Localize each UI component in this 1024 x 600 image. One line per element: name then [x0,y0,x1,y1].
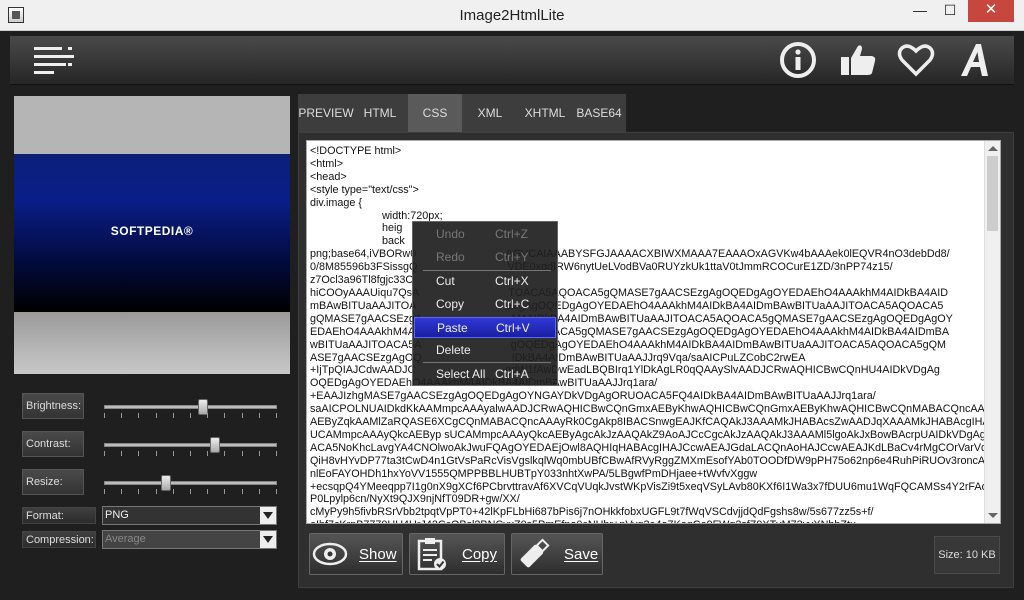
menu-icon[interactable] [34,44,74,76]
copy-button[interactable]: Copy [409,533,505,575]
scrollbar-thumb[interactable] [987,156,998,231]
eye-icon [312,542,348,566]
file-size-label: Size: 10 KB [934,536,1000,574]
clipboard-icon [417,538,446,571]
chevron-down-icon[interactable] [260,531,276,548]
heart-icon[interactable] [896,40,936,80]
menu-item-paste[interactable]: Paste Ctrl+V [414,317,556,338]
tab-xml[interactable]: XML [462,94,518,132]
window-title: Image2HtmlLite [459,7,565,24]
save-button[interactable]: Save [511,533,603,575]
chevron-down-icon[interactable] [260,507,276,524]
menu-item-cut[interactable]: Cut Ctrl+X [414,271,556,292]
tab-html[interactable]: HTML [354,94,406,132]
scroll-up-icon[interactable] [988,146,998,151]
resize-slider[interactable] [104,473,277,495]
contrast-slider-thumb[interactable] [210,437,220,453]
tab-preview[interactable]: PREVIEW [298,94,354,132]
scroll-down-icon[interactable] [988,513,998,518]
menu-item-select-all[interactable]: Select All Ctrl+A [414,364,556,385]
format-label: Format: [22,507,96,524]
compression-select[interactable]: Average [102,530,277,549]
context-menu: Undo Ctrl+Z Redo Ctrl+Y Cut Ctrl+X Copy Ctrl… [412,221,558,386]
format-value: PNG [105,509,129,521]
title-bar: Image2HtmlLite — ☐ ✕ [0,0,1024,31]
brightness-label: Brightness: [22,393,84,419]
output-tabs: PREVIEW HTML CSS XML XHTML BASE64 [298,94,626,132]
minimize-button[interactable]: — [906,0,934,22]
resize-slider-thumb[interactable] [161,475,171,491]
tab-base64[interactable]: BASE64 [572,94,626,132]
maximize-button[interactable]: ☐ [936,0,964,22]
menu-separator [423,362,551,363]
tab-css[interactable]: CSS [408,94,462,132]
show-button[interactable]: Show [309,533,403,575]
contrast-slider[interactable] [104,435,277,457]
contrast-label: Contrast: [22,431,84,457]
resize-label: Resize: [22,469,84,495]
usb-drive-icon [520,538,550,568]
info-icon[interactable] [778,40,818,80]
tab-xhtml[interactable]: XHTML [518,94,572,132]
menu-item-delete[interactable]: Delete [414,340,556,361]
format-select[interactable]: PNG [102,506,277,525]
toolbar [10,36,1014,85]
menu-item-redo[interactable]: Redo Ctrl+Y [414,247,556,268]
vertical-scrollbar[interactable] [984,141,1000,523]
code-textarea[interactable]: <!DOCTYPE html> <html> <head> <style typ… [306,140,1001,524]
menu-item-copy[interactable]: Copy Ctrl+C [414,294,556,315]
brightness-slider[interactable] [104,397,277,419]
image-preview: SOFTPEDIA® [14,96,290,374]
font-icon[interactable] [956,40,996,80]
compression-value: Average [105,533,146,545]
menu-item-undo[interactable]: Undo Ctrl+Z [414,224,556,245]
like-icon[interactable] [838,40,878,80]
compression-label: Compression: [22,531,96,548]
close-button[interactable]: ✕ [968,0,1014,22]
preview-logo: SOFTPEDIA® [110,224,194,238]
